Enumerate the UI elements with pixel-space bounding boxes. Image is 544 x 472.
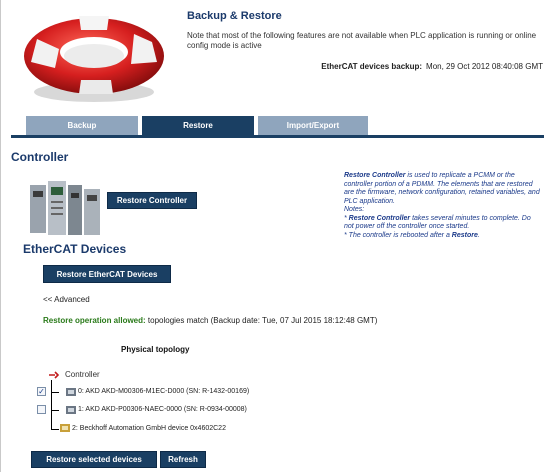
drive-icon (66, 405, 76, 414)
controller-heading: Controller (11, 150, 69, 164)
restore-controller-button[interactable]: Restore Controller (107, 192, 197, 209)
info-n1-bold: Restore Controller (348, 214, 411, 222)
header: Backup & Restore Note that most of the f… (1, 0, 544, 116)
restore-status: Restore operation allowed: topologies ma… (43, 316, 377, 325)
device-1-checkbox[interactable] (37, 405, 46, 414)
device-0-label: 0: AKD AKD-M00306-M1EC-D000 (SN: R-1432-… (78, 388, 250, 395)
info-notes-label: Notes: (344, 206, 365, 213)
info-note-1: * Restore Controller takes several minut… (344, 214, 531, 231)
topology-root: Controller (49, 370, 100, 379)
tab-bar: Backup Restore Import/Export (11, 116, 544, 138)
ethercat-heading: EtherCAT Devices (23, 242, 127, 256)
drive-icon (66, 387, 76, 396)
io-module-icon (60, 424, 70, 432)
restore-allowed-label: Restore operation allowed: (43, 316, 146, 325)
restore-selected-devices-button[interactable]: Restore selected devices (31, 451, 157, 468)
controller-node-icon (49, 370, 59, 379)
info-note-2: * The controller is rebooted after a Res… (344, 232, 540, 241)
backup-status: EtherCAT devices backup: Mon, 29 Oct 2012… (321, 62, 543, 71)
page-title: Backup & Restore (187, 10, 282, 22)
topology-device-row: 1: AKD AKD-P00306-NAEC-0000 (SN: R-0934-… (37, 405, 247, 414)
advanced-link[interactable]: << Advanced (43, 295, 90, 304)
restore-ethercat-button[interactable]: Restore EtherCAT Devices (43, 265, 171, 283)
topology-root-label: Controller (65, 370, 100, 379)
tab-restore[interactable]: Restore (142, 116, 254, 135)
backup-date: Mon, 29 Oct 2012 08:40:08 GMT (426, 62, 543, 71)
physical-topology-title: Physical topology (121, 345, 190, 354)
header-note: Note that most of the following features… (187, 31, 537, 50)
lifebuoy-icon (24, 16, 164, 102)
restore-allowed-text: topologies match (Backup date: Tue, 07 J… (145, 316, 378, 325)
tree-branch-2 (51, 429, 59, 430)
topology-device-row: 2: Beckhoff Automation GmbH device 0x460… (60, 424, 226, 432)
tab-backup[interactable]: Backup (26, 116, 138, 135)
info-paragraph: Restore Controller is used to replicate … (344, 172, 540, 206)
info-n2-post: . (477, 231, 480, 239)
device-2-label: 2: Beckhoff Automation GmbH device 0x460… (72, 424, 226, 432)
restore-info-panel: Restore Controller is used to replicate … (344, 172, 540, 240)
refresh-button[interactable]: Refresh (160, 451, 206, 468)
topology-device-row: ✓ 0: AKD AKD-M00306-M1EC-D000 (SN: R-143… (37, 387, 249, 396)
backup-label: EtherCAT devices backup: (321, 62, 423, 71)
device-1-label: 1: AKD AKD-P00306-NAEC-0000 (SN: R-0934-… (78, 406, 247, 413)
tab-import-export[interactable]: Import/Export (258, 116, 368, 135)
controller-device-image (30, 181, 100, 235)
device-0-checkbox[interactable]: ✓ (37, 387, 46, 396)
info-n2-bold: Restore (451, 231, 478, 239)
page-frame: Backup & Restore Note that most of the f… (0, 0, 544, 472)
info-n2-pre: * The controller is rebooted after a (344, 231, 452, 239)
info-p1-bold: Restore Controller (344, 172, 406, 179)
